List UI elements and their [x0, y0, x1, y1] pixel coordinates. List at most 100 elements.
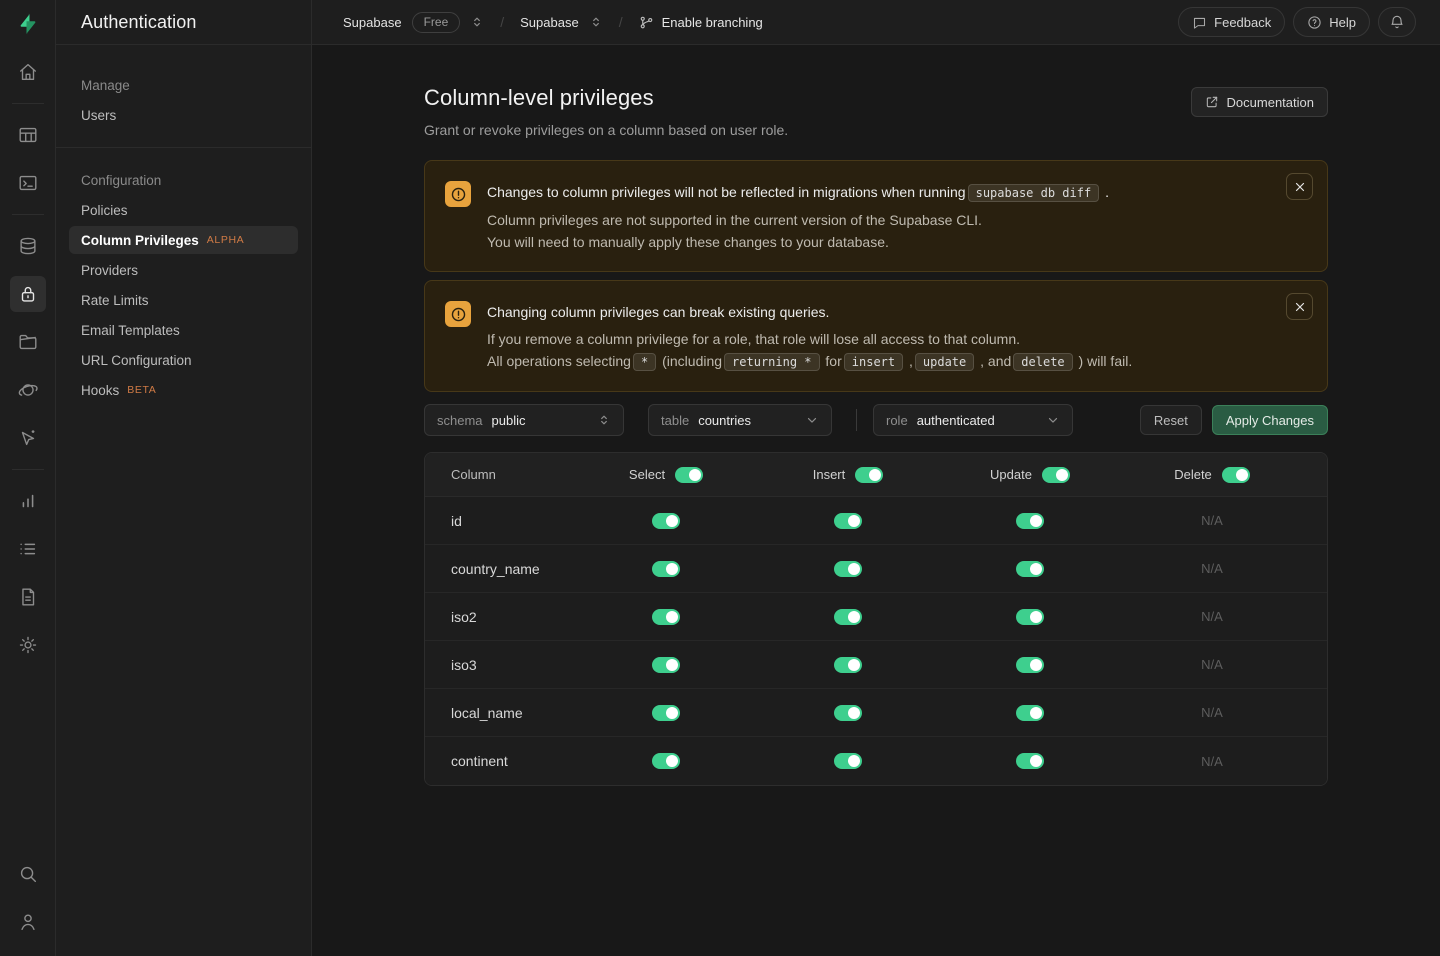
- sidebar-nav: Manage Users Configuration Policies Colu…: [56, 45, 311, 406]
- insert-toggle[interactable]: [834, 705, 862, 721]
- org-switcher-icon[interactable]: [470, 15, 484, 29]
- sidebar-item-email-templates[interactable]: Email Templates: [69, 316, 298, 344]
- warning-icon: [445, 181, 471, 207]
- insert-toggle[interactable]: [834, 561, 862, 577]
- sidebar-title: Authentication: [81, 12, 196, 33]
- delete-all-toggle[interactable]: [1222, 467, 1250, 483]
- close-icon[interactable]: [1286, 293, 1313, 320]
- api-docs-icon[interactable]: [10, 579, 46, 615]
- feedback-button[interactable]: Feedback: [1178, 7, 1285, 37]
- sidebar-item-hooks[interactable]: Hooks BETA: [69, 376, 298, 404]
- update-toggle[interactable]: [1016, 561, 1044, 577]
- sidebar-item-column-privileges[interactable]: Column Privileges ALPHA: [69, 226, 298, 254]
- rail-divider: [12, 214, 44, 215]
- breadcrumb: Supabase Free / Supabase / Enable branch…: [343, 12, 763, 33]
- plan-badge[interactable]: Free: [412, 12, 461, 33]
- update-toggle[interactable]: [1016, 513, 1044, 529]
- select-toggle[interactable]: [652, 513, 680, 529]
- breadcrumb-separator: /: [619, 14, 623, 30]
- apply-changes-button[interactable]: Apply Changes: [1212, 405, 1328, 435]
- update-toggle[interactable]: [1016, 609, 1044, 625]
- nav-rail: [0, 0, 56, 956]
- delete-cell-value: N/A: [1201, 561, 1223, 576]
- logs-icon[interactable]: [10, 531, 46, 567]
- sidebar-item-url-configuration[interactable]: URL Configuration: [69, 346, 298, 374]
- close-icon[interactable]: [1286, 173, 1313, 200]
- select-toggle[interactable]: [652, 609, 680, 625]
- update-header: Update: [939, 467, 1121, 483]
- table-row: local_name N/A: [425, 689, 1327, 737]
- content-scroll[interactable]: Column-level privileges Grant or revoke …: [312, 45, 1440, 956]
- delete-cell-value: N/A: [1201, 705, 1223, 720]
- rail-divider: [12, 469, 44, 470]
- update-toggle[interactable]: [1016, 705, 1044, 721]
- section-label-manage: Manage: [69, 71, 298, 99]
- home-icon[interactable]: [10, 54, 46, 90]
- select-toggle[interactable]: [652, 657, 680, 673]
- search-icon[interactable]: [10, 856, 46, 892]
- delete-cell-value: N/A: [1201, 657, 1223, 672]
- sidebar-item-rate-limits[interactable]: Rate Limits: [69, 286, 298, 314]
- break-queries-warning-banner: Changing column privileges can break exi…: [424, 280, 1328, 392]
- sidebar-item-policies[interactable]: Policies: [69, 196, 298, 224]
- database-icon[interactable]: [10, 228, 46, 264]
- external-link-icon: [1205, 95, 1219, 109]
- topbar-actions: Feedback Help: [1178, 7, 1416, 37]
- update-toggle[interactable]: [1016, 753, 1044, 769]
- select-toggle[interactable]: [652, 561, 680, 577]
- insert-toggle[interactable]: [834, 609, 862, 625]
- role-select[interactable]: role authenticated: [873, 404, 1073, 436]
- column-name: country_name: [425, 561, 575, 577]
- realtime-icon[interactable]: [10, 372, 46, 408]
- select-toggle[interactable]: [652, 705, 680, 721]
- page-head: Column-level privileges Grant or revoke …: [424, 85, 1328, 138]
- supabase-logo-icon: [16, 12, 40, 36]
- reset-button[interactable]: Reset: [1140, 405, 1202, 435]
- documentation-button[interactable]: Documentation: [1191, 87, 1328, 117]
- reports-icon[interactable]: [10, 483, 46, 519]
- column-name: id: [425, 513, 575, 529]
- project-breadcrumb[interactable]: Supabase: [520, 15, 579, 30]
- advisors-icon[interactable]: [10, 420, 46, 456]
- org-breadcrumb[interactable]: Supabase: [343, 15, 402, 30]
- update-toggle[interactable]: [1016, 657, 1044, 673]
- sql-editor-icon[interactable]: [10, 165, 46, 201]
- select-all-toggle[interactable]: [675, 467, 703, 483]
- sidebar-header: Authentication: [56, 0, 311, 45]
- help-button[interactable]: Help: [1293, 7, 1370, 37]
- insert-toggle[interactable]: [834, 753, 862, 769]
- notifications-button[interactable]: [1378, 7, 1416, 37]
- table-row: id N/A: [425, 497, 1327, 545]
- profile-icon[interactable]: [10, 904, 46, 940]
- storage-icon[interactable]: [10, 324, 46, 360]
- table-select[interactable]: table countries: [648, 404, 832, 436]
- column-header: Column: [425, 467, 575, 482]
- column-name: iso2: [425, 609, 575, 625]
- section-label-configuration: Configuration: [69, 166, 298, 194]
- select-toggle[interactable]: [652, 753, 680, 769]
- sidebar-item-providers[interactable]: Providers: [69, 256, 298, 284]
- sidebar-item-users[interactable]: Users: [69, 101, 298, 129]
- table-row: iso3 N/A: [425, 641, 1327, 689]
- insert-toggle[interactable]: [834, 513, 862, 529]
- rail-nav: [0, 48, 55, 669]
- enable-branching-button[interactable]: Enable branching: [639, 15, 763, 30]
- authentication-icon[interactable]: [10, 276, 46, 312]
- sidebar-divider: [56, 147, 311, 148]
- settings-icon[interactable]: [10, 627, 46, 663]
- schema-select[interactable]: schema public: [424, 404, 624, 436]
- main-area: Supabase Free / Supabase / Enable branch…: [312, 0, 1440, 956]
- project-switcher-icon[interactable]: [589, 15, 603, 29]
- topbar: Supabase Free / Supabase / Enable branch…: [312, 0, 1440, 45]
- chat-bubble-icon: [1192, 15, 1207, 30]
- delete-cell-value: N/A: [1201, 609, 1223, 624]
- table-row: country_name N/A: [425, 545, 1327, 593]
- column-name: iso3: [425, 657, 575, 673]
- insert-all-toggle[interactable]: [855, 467, 883, 483]
- supabase-logo[interactable]: [0, 0, 56, 48]
- table-header: Column Select Insert Update: [425, 453, 1327, 497]
- insert-toggle[interactable]: [834, 657, 862, 673]
- table-editor-icon[interactable]: [10, 117, 46, 153]
- update-all-toggle[interactable]: [1042, 467, 1070, 483]
- column-name: continent: [425, 753, 575, 769]
